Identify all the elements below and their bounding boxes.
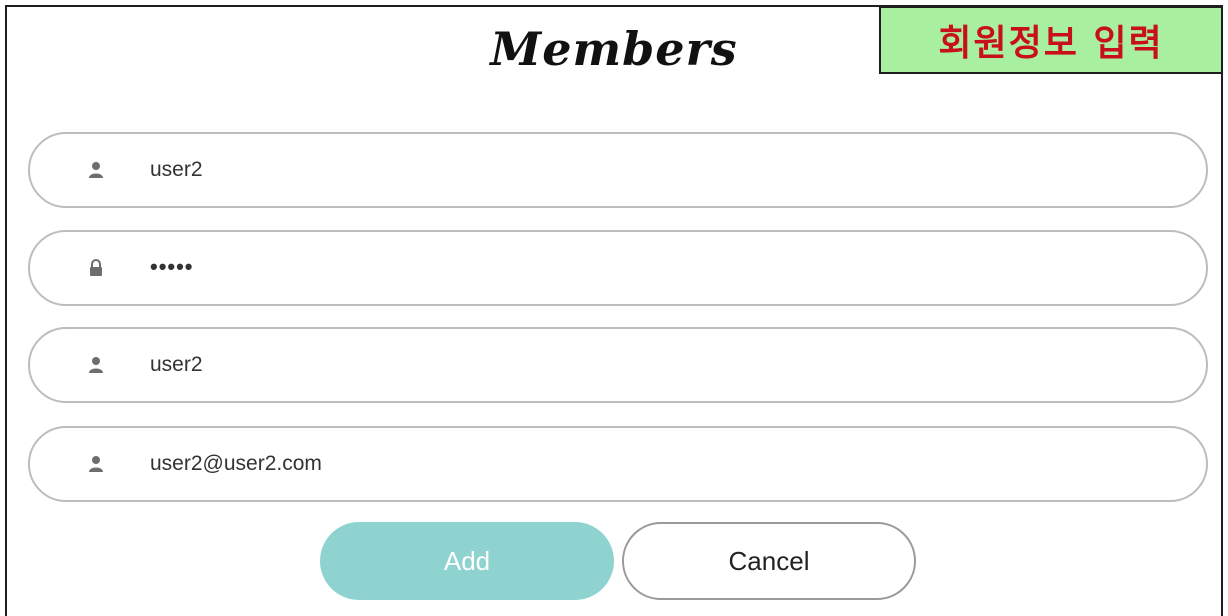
annotation-banner: 회원정보 입력: [879, 6, 1223, 74]
user-icon: [89, 456, 103, 472]
cancel-button[interactable]: Cancel: [622, 522, 916, 600]
user-icon: [89, 162, 103, 178]
password-field[interactable]: •••••: [28, 230, 1208, 306]
email-field[interactable]: user2@user2.com: [28, 426, 1208, 502]
name-value: user2: [150, 353, 203, 376]
lock-icon: [90, 259, 102, 276]
username-value: user2: [150, 158, 203, 181]
username-field[interactable]: user2: [28, 132, 1208, 208]
name-field[interactable]: user2: [28, 327, 1208, 403]
members-dialog: [5, 5, 1223, 616]
add-button[interactable]: Add: [320, 522, 614, 600]
user-icon: [89, 357, 103, 373]
password-value: •••••: [150, 254, 194, 279]
email-value: user2@user2.com: [150, 452, 322, 475]
